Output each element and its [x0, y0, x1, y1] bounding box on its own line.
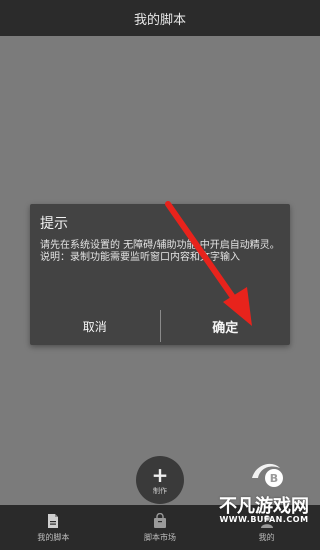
app-bar-title: 我的脚本: [133, 12, 186, 28]
svg-text:B: B: [270, 472, 278, 485]
prompt-dialog: 提示 请先在系统设置的 无障碍/辅助功能 中开启自动精灵。 说明：录制功能需要监…: [30, 204, 290, 345]
plus-icon: +: [151, 462, 169, 487]
fab-label: 制作: [153, 486, 167, 495]
shopping-bag-icon: [154, 512, 166, 528]
dialog-button-row: 取消 确定: [30, 308, 290, 345]
nav-label-mine: 我的: [258, 532, 275, 542]
nav-label-my-scripts: 我的脚本: [37, 532, 70, 542]
nav-label-script-market: 脚本市场: [144, 532, 176, 542]
person-icon: [260, 514, 273, 528]
dialog-title: 提示: [40, 216, 68, 232]
bufan-logo-icon: B: [252, 463, 283, 487]
confirm-button[interactable]: 确定: [161, 308, 291, 345]
nav-item-mine[interactable]: 我的: [213, 505, 320, 550]
dialog-message-line2: 说明：录制功能需要监听窗口内容和文字输入: [40, 252, 240, 263]
nav-item-script-market[interactable]: 脚本市场: [107, 505, 214, 550]
document-icon: [48, 513, 59, 528]
dialog-message: 请先在系统设置的 无障碍/辅助功能 中开启自动精灵。 说明：录制功能需要监听窗口…: [40, 240, 282, 264]
nav-item-my-scripts[interactable]: 我的脚本: [0, 505, 107, 550]
cancel-button[interactable]: 取消: [30, 308, 160, 345]
create-script-fab[interactable]: + 制作: [136, 456, 184, 504]
bottom-nav: 我的脚本 脚本市场 我的: [0, 505, 320, 550]
dialog-message-line1: 请先在系统设置的 无障碍/辅助功能 中开启自动精灵。: [40, 240, 280, 251]
app-bar: 我的脚本: [0, 0, 320, 36]
